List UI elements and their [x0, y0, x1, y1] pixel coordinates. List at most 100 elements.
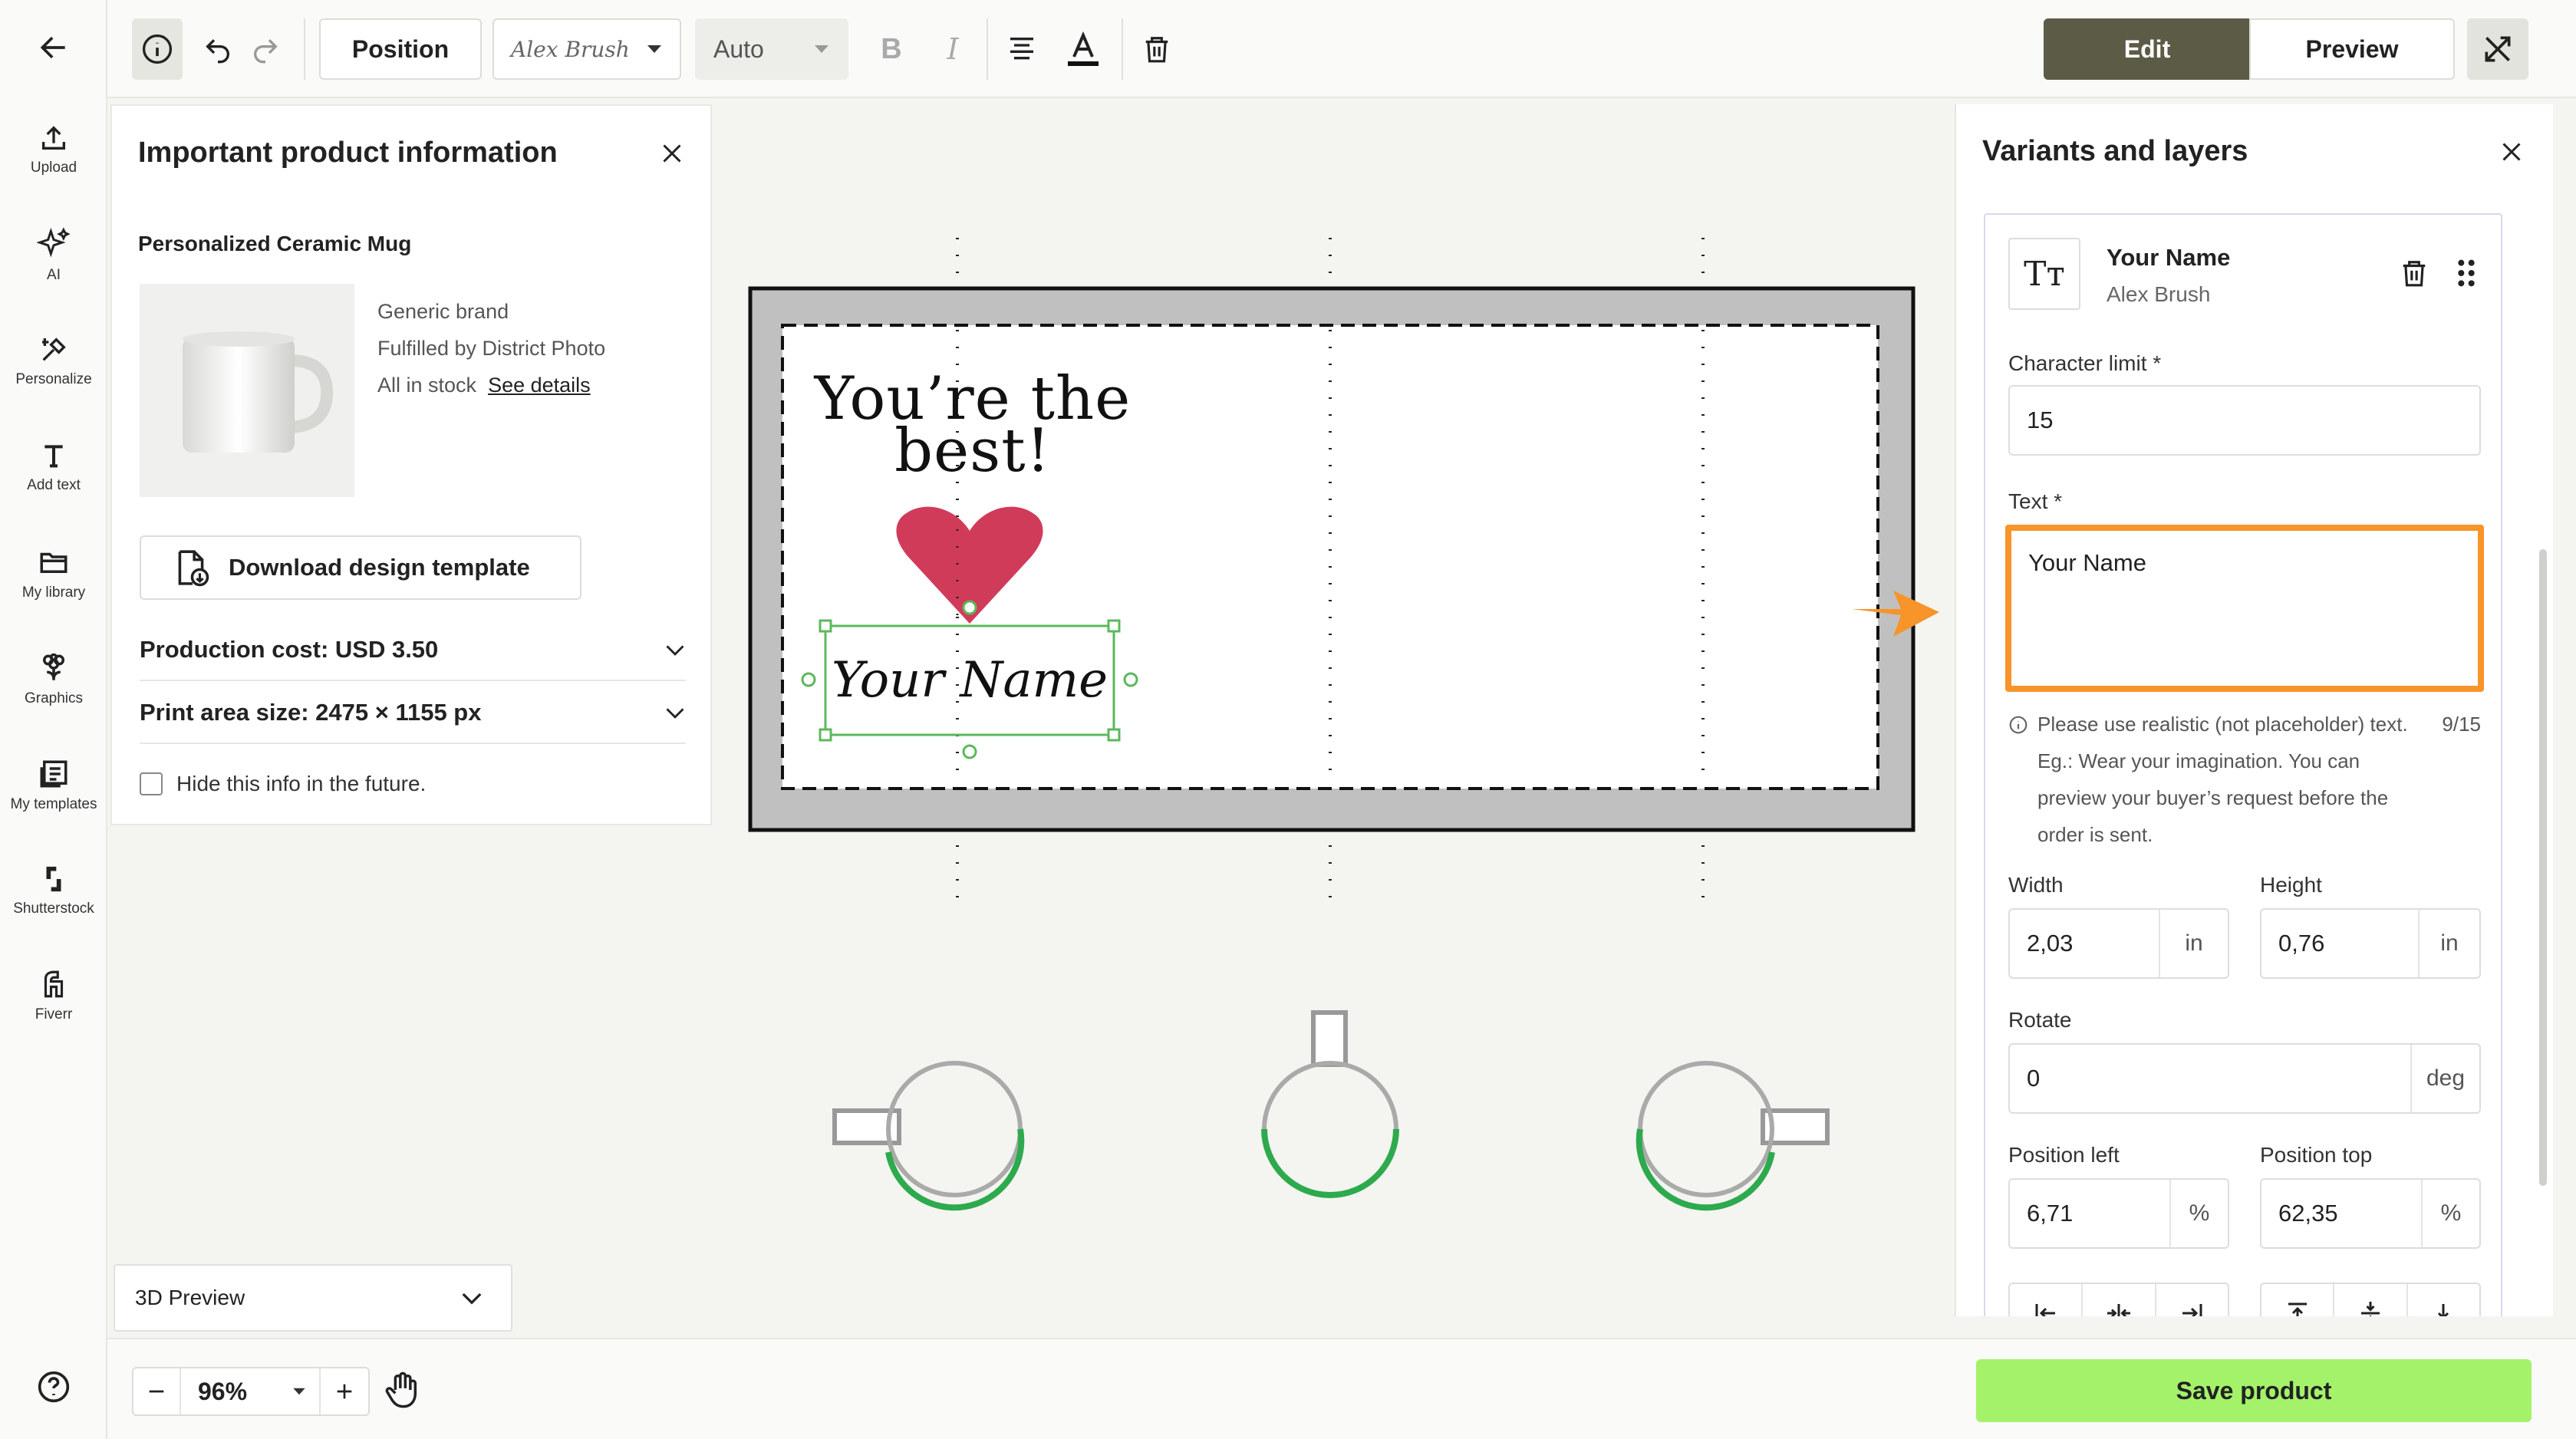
- close-layers-button[interactable]: [2498, 138, 2525, 166]
- top-toolbar: Position Alex Brush Auto B I Edit Previe…: [107, 0, 2576, 98]
- align-center-h-button[interactable]: [2083, 1284, 2156, 1316]
- align-right-button[interactable]: [2156, 1284, 2228, 1316]
- zoom-in-button[interactable]: [321, 1368, 368, 1414]
- rail-my-library[interactable]: My library: [0, 546, 107, 601]
- tools-button[interactable]: [2467, 18, 2528, 80]
- close-icon: [663, 144, 681, 163]
- height-input[interactable]: 0,76 in: [2260, 908, 2481, 979]
- fulfilled-text: Fulfilled by District Photo: [377, 337, 606, 360]
- mug-preview-center: [1261, 1010, 1399, 1198]
- text-input[interactable]: Your Name: [2005, 525, 2484, 692]
- production-cost-row[interactable]: Production cost: USD 3.50: [140, 620, 686, 681]
- zoom-select[interactable]: 96%: [181, 1368, 321, 1414]
- rail-graphics[interactable]: Graphics: [0, 652, 107, 707]
- drag-handle[interactable]: [2455, 258, 2478, 288]
- chevron-down-icon: [462, 1292, 482, 1305]
- headline-text[interactable]: You’re the best!: [812, 369, 1134, 481]
- panel-title: Important product information: [138, 137, 558, 169]
- print-area-row[interactable]: Print area size: 2475 × 1155 px: [140, 683, 686, 744]
- scrollbar-thumb[interactable]: [2539, 549, 2547, 1186]
- font-size-select[interactable]: Auto: [695, 18, 848, 80]
- align-bottom-button[interactable]: [2408, 1284, 2479, 1316]
- align-left-button[interactable]: [2010, 1284, 2084, 1316]
- rail-personalize[interactable]: Personalize: [0, 334, 107, 388]
- zoom-out-button[interactable]: [133, 1368, 181, 1414]
- align-middle-icon: [2360, 1302, 2380, 1316]
- left-rail: Upload AI Personalize Add text My librar…: [0, 0, 107, 1439]
- text-color-button[interactable]: [1060, 26, 1106, 72]
- bottom-bar: 96% Save product: [107, 1338, 2576, 1439]
- font-select[interactable]: Alex Brush: [492, 18, 681, 80]
- redo-button[interactable]: [242, 26, 288, 72]
- char-limit-input[interactable]: 15: [2008, 385, 2481, 456]
- help-button[interactable]: [0, 1370, 107, 1404]
- zoom-control: 96%: [132, 1367, 370, 1416]
- hide-info-row: Hide this info in the future.: [140, 772, 426, 796]
- rail-my-templates[interactable]: My templates: [0, 758, 107, 813]
- layer-name: Your Name: [2107, 244, 2231, 271]
- save-product-button[interactable]: Save product: [1976, 1359, 2532, 1422]
- move-handle: [962, 744, 977, 759]
- horizontal-align-group: [2008, 1283, 2229, 1316]
- preview-mode-value: 3D Preview: [135, 1286, 245, 1309]
- rail-add-text[interactable]: Add text: [0, 440, 107, 494]
- hide-info-label: Hide this info in the future.: [176, 772, 427, 795]
- layer-card: Tт Your Name Alex Brush Character limit …: [1984, 213, 2502, 1316]
- align-middle-button[interactable]: [2334, 1284, 2408, 1316]
- product-info-panel: Important product information Personaliz…: [110, 104, 712, 825]
- back-button[interactable]: [0, 31, 107, 64]
- rail-fiverr[interactable]: Fiverr: [0, 968, 107, 1023]
- rotate-unit: deg: [2410, 1045, 2479, 1112]
- rail-label: My templates: [10, 796, 97, 812]
- height-value: 0,76: [2278, 930, 2325, 957]
- plus-icon: [337, 1384, 352, 1399]
- name-text[interactable]: Your Name: [825, 629, 1114, 732]
- width-label: Width: [2008, 873, 2064, 897]
- info-button[interactable]: [132, 18, 183, 80]
- pos-top-input[interactable]: 62,35 %: [2260, 1178, 2481, 1249]
- position-button[interactable]: Position: [319, 18, 482, 80]
- rotate-input[interactable]: 0 deg: [2008, 1043, 2481, 1114]
- pos-left-label: Position left: [2008, 1143, 2120, 1167]
- rail-shutterstock[interactable]: Shutterstock: [0, 864, 107, 917]
- close-icon: [2502, 143, 2521, 161]
- char-counter: 9/15: [2442, 713, 2481, 736]
- delete-button[interactable]: [1134, 26, 1180, 72]
- rail-upload[interactable]: Upload: [0, 123, 107, 176]
- preview-mode-select[interactable]: 3D Preview: [114, 1264, 512, 1332]
- bold-button[interactable]: B: [868, 26, 914, 72]
- rail-ai[interactable]: AI: [0, 227, 107, 284]
- trash-icon: [1145, 37, 1168, 63]
- italic-button[interactable]: I: [930, 26, 976, 72]
- divider: [304, 18, 305, 80]
- edit-tab[interactable]: Edit: [2044, 18, 2251, 80]
- pos-left-input[interactable]: 6,71 %: [2008, 1178, 2229, 1249]
- fiverr-icon: [44, 970, 64, 998]
- rail-label: Personalize: [15, 371, 92, 387]
- zoom-value: 96%: [198, 1377, 248, 1405]
- align-top-button[interactable]: [2261, 1284, 2335, 1316]
- hide-info-checkbox[interactable]: [140, 772, 163, 795]
- align-center-h-icon: [2107, 1304, 2130, 1316]
- align-button[interactable]: [999, 26, 1045, 72]
- undo-button[interactable]: [195, 26, 241, 72]
- width-input[interactable]: 2,03 in: [2008, 908, 2229, 979]
- divider: [987, 18, 988, 80]
- vertical-align-group: [2260, 1283, 2481, 1316]
- text-layer-icon: Tт: [2008, 238, 2080, 310]
- close-info-button[interactable]: [658, 140, 686, 167]
- info-icon: [142, 34, 173, 64]
- delete-layer-button[interactable]: [2400, 258, 2429, 288]
- text-hint: Please use realistic (not placeholder) t…: [2037, 713, 2408, 846]
- help-icon: [38, 1371, 70, 1403]
- minus-icon: [149, 1390, 164, 1393]
- flower-icon: [43, 653, 64, 680]
- caret-down-icon: [647, 45, 661, 53]
- download-template-button[interactable]: Download design template: [140, 535, 581, 600]
- preview-tab[interactable]: Preview: [2249, 18, 2455, 80]
- see-details-link[interactable]: See details: [488, 374, 591, 397]
- rail-label: My library: [21, 584, 86, 601]
- pan-tool-button[interactable]: [382, 1370, 422, 1410]
- rail-label: Shutterstock: [13, 901, 94, 917]
- chevron-down-icon: [666, 645, 684, 656]
